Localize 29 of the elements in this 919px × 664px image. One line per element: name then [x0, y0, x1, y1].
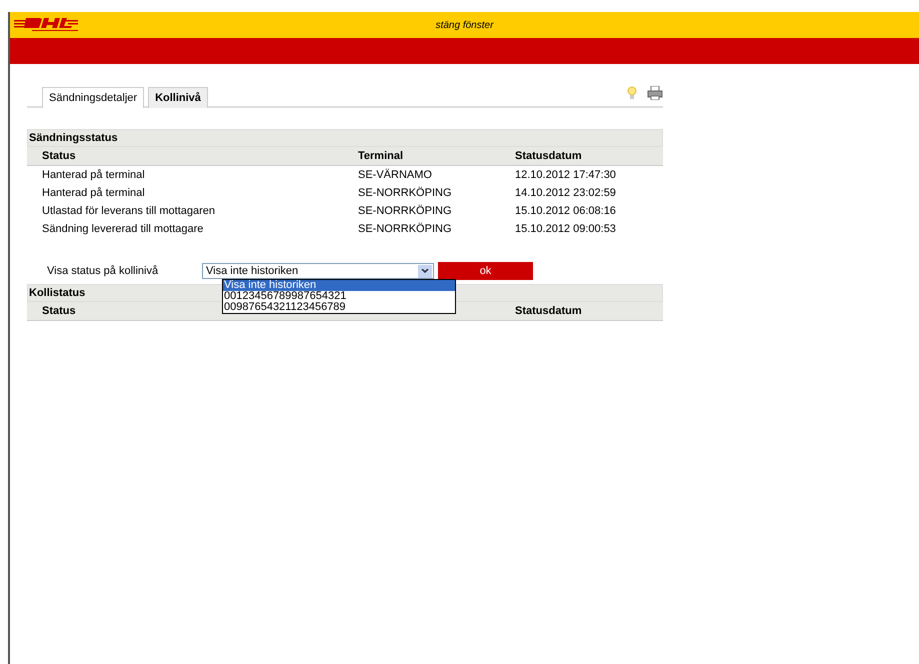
table-cell: SE-NORRKÖPING [358, 223, 452, 235]
dropdown-option[interactable]: 00987654321123456789 [223, 302, 455, 313]
section-title: Sändningsstatus [27, 129, 663, 147]
table-cell: Hanterad på terminal [42, 187, 145, 199]
column-header: Status [42, 150, 76, 162]
column-header: Statusdatum [515, 150, 582, 162]
table-cell: 14.10.2012 23:02:59 [515, 187, 616, 199]
column-header: Terminal [358, 150, 404, 162]
table-cell: 15.10.2012 09:00:53 [515, 223, 616, 235]
ok-button[interactable]: ok [438, 262, 533, 280]
dropdown-option[interactable]: 00123456789987654321 [223, 291, 455, 302]
close-window-link[interactable]: stäng fönster [436, 20, 494, 30]
caret-icon [418, 264, 432, 278]
table-cell: SE-NORRKÖPING [358, 187, 452, 199]
print-icon[interactable] [647, 86, 663, 100]
filter-label: Visa status på kollinivå [47, 265, 160, 277]
table-cell: 15.10.2012 06:08:16 [515, 205, 616, 217]
table-cell: Sändning levererad till mottagare [42, 223, 204, 235]
package-dropdown[interactable]: Visa inte historiken [202, 263, 434, 279]
column-header: Statusdatum [515, 305, 582, 317]
tab[interactable]: Kollinivå [148, 87, 208, 108]
tab[interactable]: Sändningsdetaljer [42, 87, 144, 108]
column-header: Status [42, 305, 76, 317]
table-cell: Hanterad på terminal [42, 169, 145, 181]
dropdown-option[interactable]: Visa inte historiken [223, 280, 455, 291]
table-cell: 12.10.2012 17:47:30 [515, 169, 616, 181]
table-cell: SE-NORRKÖPING [358, 205, 452, 217]
table-cell: SE-VÄRNAMO [358, 169, 432, 181]
table-cell: Utlastad för leverans till mottagaren [42, 205, 216, 217]
